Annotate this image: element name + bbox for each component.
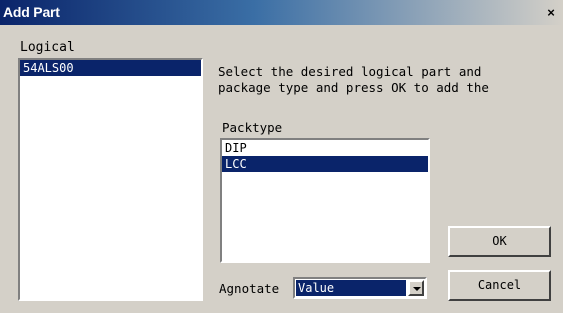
title-bar[interactable]: Add Part × (0, 0, 563, 25)
packtype-item-lcc[interactable]: LCC (222, 156, 428, 172)
instructions-line-1: Select the desired logical part and (218, 64, 482, 79)
ok-button[interactable]: OK (448, 226, 551, 257)
window-title: Add Part (3, 4, 60, 20)
logical-list[interactable]: 54ALS00 (18, 58, 203, 301)
logical-label: Logical (20, 40, 75, 55)
chevron-down-icon[interactable] (408, 280, 424, 296)
instructions-line-2: package type and press OK to add the (218, 80, 489, 95)
instructions-text: Select the desired logical part and pack… (218, 64, 558, 96)
packtype-label: Packtype (222, 120, 283, 135)
annotate-select[interactable]: Value (293, 277, 427, 299)
packtype-list[interactable]: DIP LCC (220, 138, 430, 263)
logical-item-54als00[interactable]: 54ALS00 (20, 60, 201, 76)
packtype-item-dip[interactable]: DIP (222, 140, 428, 156)
cancel-button[interactable]: Cancel (448, 270, 551, 301)
close-icon[interactable]: × (545, 6, 557, 19)
annotate-value: Value (296, 280, 406, 296)
annotate-label: Agnotate (219, 281, 280, 296)
